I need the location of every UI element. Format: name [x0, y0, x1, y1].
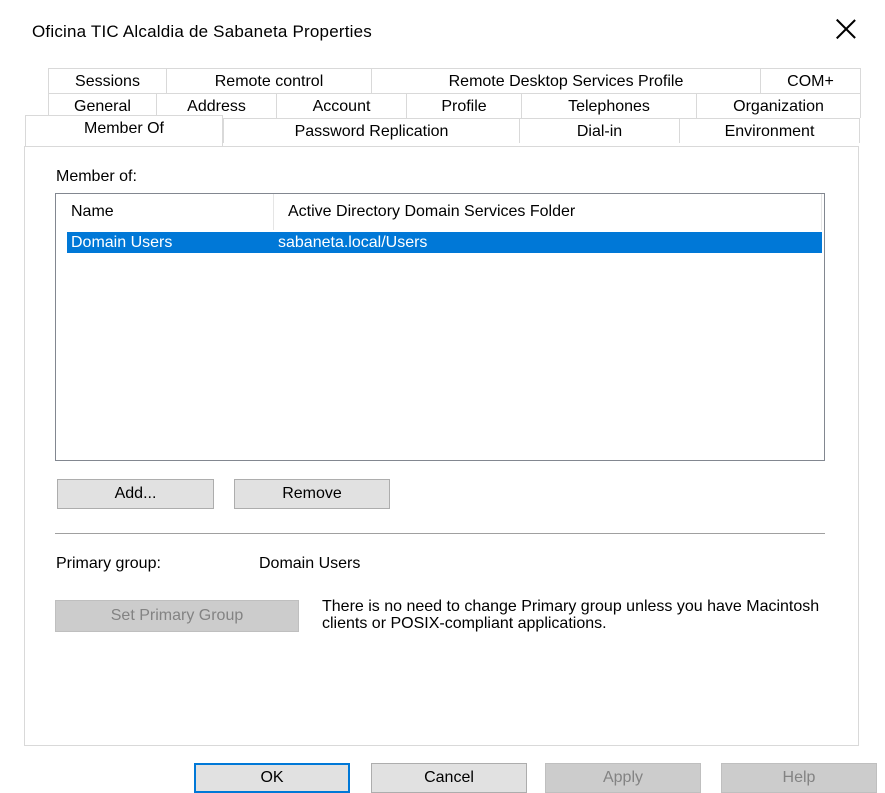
member-of-label: Member of:: [56, 168, 137, 185]
separator: [55, 533, 825, 534]
tab-member-of[interactable]: Member Of: [25, 115, 223, 146]
properties-dialog: Oficina TIC Alcaldia de Sabaneta Propert…: [0, 0, 885, 793]
add-button[interactable]: Add...: [57, 479, 214, 509]
tab-remote-desktop-services-profile[interactable]: Remote Desktop Services Profile: [371, 68, 760, 93]
list-item-name: Domain Users: [71, 234, 173, 251]
tab-password-replication[interactable]: Password Replication: [223, 118, 519, 143]
tab-com-plus[interactable]: COM+: [760, 68, 861, 93]
tab-organization[interactable]: Organization: [696, 93, 861, 118]
help-button[interactable]: Help: [721, 763, 877, 793]
list-item-folder: sabaneta.local/Users: [278, 234, 428, 251]
tab-row-3: Member Of Password Replication Dial-in E…: [25, 115, 860, 146]
window-title: Oficina TIC Alcaldia de Sabaneta Propert…: [32, 22, 372, 41]
tab-telephones[interactable]: Telephones: [521, 93, 696, 118]
column-header-name[interactable]: Name: [56, 194, 274, 230]
ok-button[interactable]: OK: [194, 763, 350, 793]
list-header: Name Active Directory Domain Services Fo…: [56, 194, 822, 230]
primary-group-info: There is no need to change Primary group…: [322, 598, 820, 632]
apply-button[interactable]: Apply: [545, 763, 701, 793]
primary-group-value: Domain Users: [259, 555, 361, 572]
tab-profile[interactable]: Profile: [406, 93, 521, 118]
tab-account[interactable]: Account: [276, 93, 406, 118]
primary-group-label: Primary group:: [56, 555, 161, 572]
header-edge: [821, 194, 822, 230]
member-of-list[interactable]: Name Active Directory Domain Services Fo…: [55, 193, 825, 461]
tab-row-1: Sessions Remote control Remote Desktop S…: [48, 68, 861, 93]
remove-button[interactable]: Remove: [234, 479, 390, 509]
tab-dial-in[interactable]: Dial-in: [519, 118, 679, 143]
column-header-folder[interactable]: Active Directory Domain Services Folder: [274, 194, 822, 230]
cancel-button[interactable]: Cancel: [371, 763, 527, 793]
tab-environment[interactable]: Environment: [679, 118, 860, 143]
tab-sessions[interactable]: Sessions: [48, 68, 166, 93]
close-icon[interactable]: [835, 18, 857, 40]
list-item[interactable]: Domain Users sabaneta.local/Users: [67, 232, 822, 253]
set-primary-group-button[interactable]: Set Primary Group: [55, 600, 299, 632]
tab-remote-control[interactable]: Remote control: [166, 68, 371, 93]
